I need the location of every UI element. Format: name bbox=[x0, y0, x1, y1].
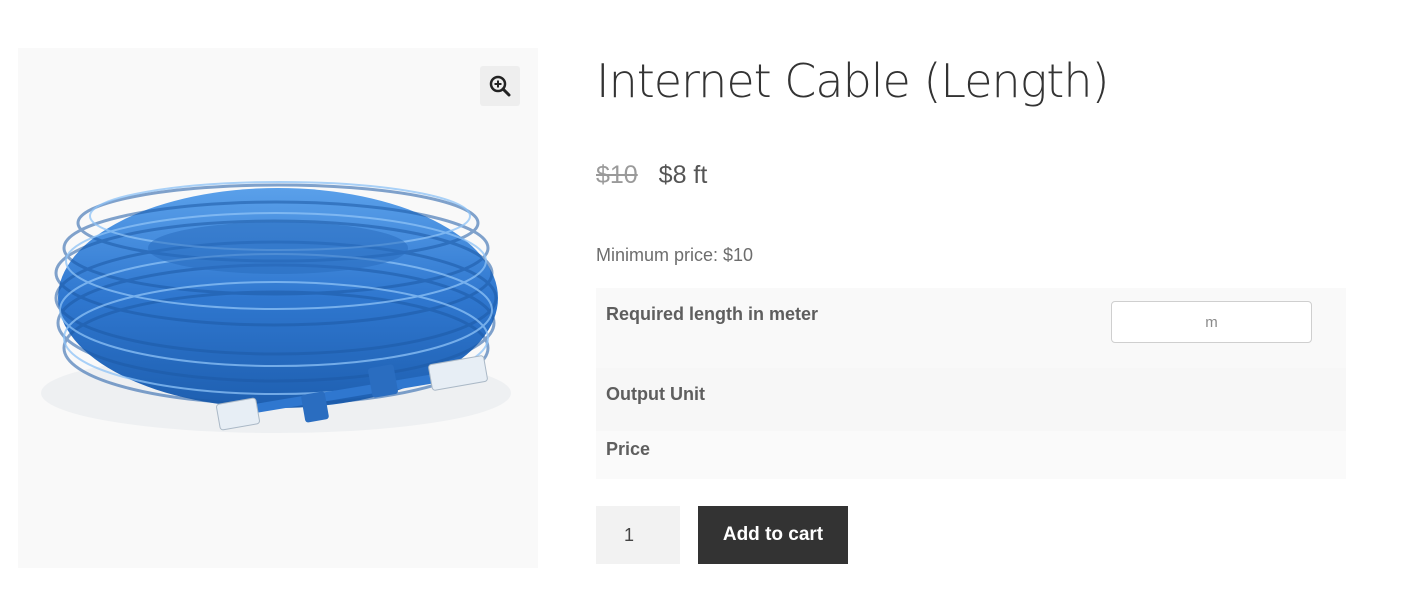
product-image[interactable] bbox=[18, 48, 538, 568]
price: $10 $8 ft bbox=[596, 158, 707, 192]
zoom-button[interactable] bbox=[480, 66, 520, 106]
minimum-price: Minimum price: $10 bbox=[596, 245, 754, 265]
magnifier-plus-icon bbox=[489, 75, 511, 97]
option-row-length: Required length in meter bbox=[596, 288, 1346, 368]
product-title: Internet Cable (Length) bbox=[596, 54, 1109, 108]
option-row-output-unit: Output Unit bbox=[596, 368, 1346, 431]
length-label: Required length in meter bbox=[606, 304, 819, 324]
output-unit-label: Output Unit bbox=[606, 384, 705, 404]
product-gallery bbox=[18, 48, 538, 568]
product-summary: Internet Cable (Length) $10 $8 ft Minimu… bbox=[596, 50, 1346, 564]
add-to-cart-button[interactable]: Add to cart bbox=[698, 506, 848, 564]
length-input[interactable] bbox=[1111, 301, 1312, 343]
price-label: Price bbox=[606, 439, 651, 459]
sale-price: $8 ft bbox=[658, 161, 708, 189]
original-price: $10 bbox=[596, 161, 638, 189]
quantity-input[interactable] bbox=[596, 506, 680, 564]
options-table: Required length in meter Output Unit Pri… bbox=[596, 288, 1346, 479]
option-row-price: Price bbox=[596, 431, 1346, 479]
